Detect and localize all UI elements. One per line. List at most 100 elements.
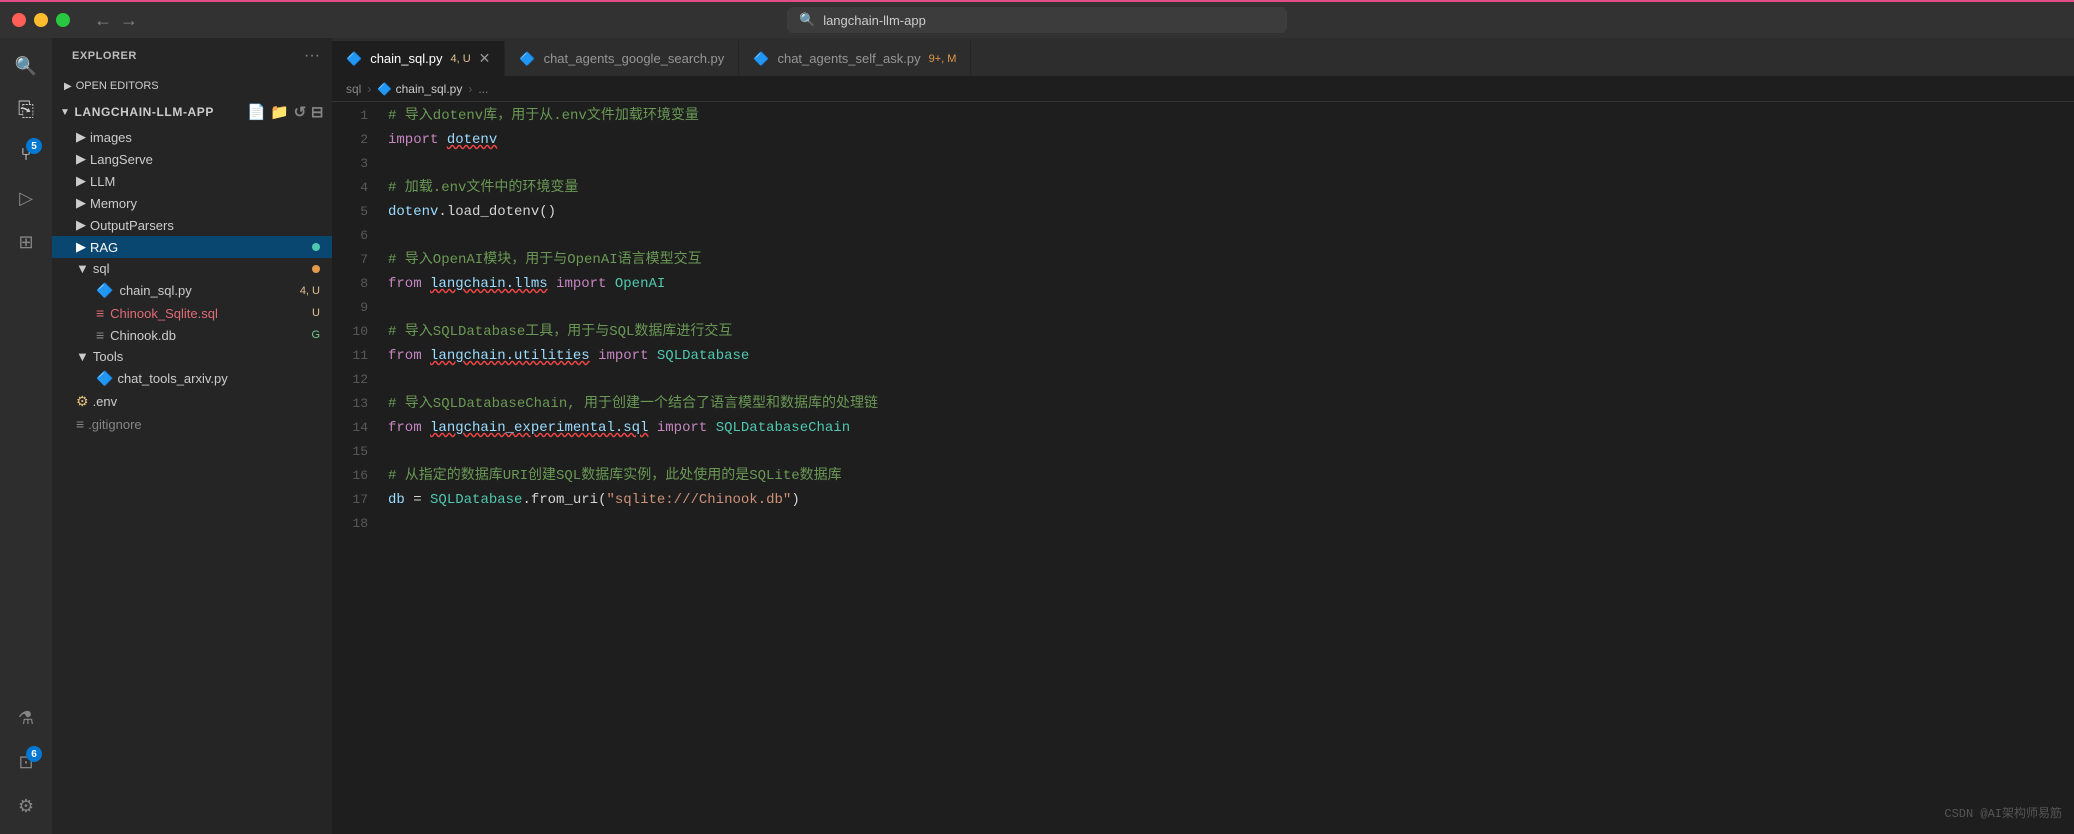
file-label: .env <box>93 394 118 409</box>
activity-source-control[interactable]: ⑂ 5 <box>6 134 46 174</box>
file-gitignore[interactable]: ≡ .gitignore <box>52 413 332 435</box>
run-icon: ▷ <box>19 188 33 209</box>
code-editor[interactable]: 1 2 3 4 5 6 7 8 9 10 11 12 13 14 15 16 1… <box>332 102 2074 834</box>
tab-python-icon: 🔷 <box>753 51 769 67</box>
code-line-16: # 从指定的数据库URI创建SQL数据库实例，此处使用的是SQLite数据库 <box>384 464 2074 488</box>
tab-chat-google[interactable]: 🔷 chat_agents_google_search.py <box>505 41 739 76</box>
tab-python-icon: 🔷 <box>346 51 362 67</box>
breadcrumb-part-file: 🔷 chain_sql.py <box>377 82 462 96</box>
activity-remote[interactable]: ⊡ 6 <box>6 742 46 782</box>
file-badge: 4, U <box>300 285 320 297</box>
nav-buttons: ← → <box>94 10 138 31</box>
minimize-button[interactable] <box>34 13 48 27</box>
activity-run[interactable]: ▷ <box>6 178 46 218</box>
folder-label: sql <box>93 261 110 276</box>
folder-icon: ▶ <box>76 129 86 145</box>
code-line-2: import dotenv <box>384 128 2074 152</box>
folder-label: OutputParsers <box>90 218 174 233</box>
more-actions-icon[interactable]: ··· <box>304 47 320 65</box>
tab-close-button[interactable]: ✕ <box>479 50 491 67</box>
code-line-7: # 导入OpenAI模块，用于与OpenAI语言模型交互 <box>384 248 2074 272</box>
activity-extensions[interactable]: ⊞ <box>6 222 46 262</box>
activity-bar: 🔍 ⎘ ⑂ 5 ▷ ⊞ ⚗ ⊡ 6 ⚙ <box>0 38 52 834</box>
git-file-icon: ≡ <box>76 416 84 432</box>
code-line-14: from langchain_experimental.sql import S… <box>384 416 2074 440</box>
activity-explorer[interactable]: ⎘ <box>6 90 46 130</box>
tab-label: chat_agents_self_ask.py <box>777 51 920 66</box>
activity-search[interactable]: 🔍 <box>6 46 46 86</box>
sql-file-icon: ≡ <box>96 305 104 321</box>
folder-icon: ▶ <box>76 239 86 255</box>
file-chinook-sql[interactable]: ≡ Chinook_Sqlite.sql U <box>52 302 332 324</box>
code-line-11: from langchain.utilities import SQLDatab… <box>384 344 2074 368</box>
open-editors-chevron: ▶ <box>64 81 72 92</box>
file-badge: U <box>312 307 320 319</box>
open-editors-section[interactable]: ▶ OPEN EDITORS <box>52 74 332 98</box>
folder-outputparsers[interactable]: ▶ OutputParsers <box>52 214 332 236</box>
collapse-icon[interactable]: ⊟ <box>311 103 324 121</box>
search-icon: 🔍 <box>15 56 37 77</box>
main-layout: 🔍 ⎘ ⑂ 5 ▷ ⊞ ⚗ ⊡ 6 ⚙ <box>0 38 2074 834</box>
file-chat-tools[interactable]: 🔷 chat_tools_arxiv.py <box>52 367 332 390</box>
folder-sql[interactable]: ▼ sql <box>52 258 332 279</box>
file-label: chat_tools_arxiv.py <box>117 371 227 386</box>
tabs-bar: 🔷 chain_sql.py 4, U ✕ 🔷 chat_agents_goog… <box>332 38 2074 76</box>
folder-rag[interactable]: ▶ RAG <box>52 236 332 258</box>
breadcrumb: sql › 🔷 chain_sql.py › ... <box>332 76 2074 102</box>
breadcrumb-part-dots: ... <box>478 82 488 96</box>
rag-modified-dot <box>312 243 320 251</box>
maximize-button[interactable] <box>56 13 70 27</box>
source-control-badge: 5 <box>26 138 42 154</box>
folder-langserve[interactable]: ▶ LangServe <box>52 148 332 170</box>
new-file-icon[interactable]: 📄 <box>247 103 266 121</box>
watermark: CSDN @AI架构师易筋 <box>1944 802 2062 826</box>
window-controls <box>12 13 70 27</box>
sidebar-header: EXPLORER ··· <box>52 38 332 74</box>
search-icon: 🔍 <box>799 12 815 28</box>
refresh-icon[interactable]: ↺ <box>294 103 307 121</box>
file-label: Chinook_Sqlite.sql <box>110 306 218 321</box>
activity-beaker[interactable]: ⚗ <box>6 698 46 738</box>
account-icon: ⚙ <box>18 796 34 817</box>
python-file-icon: 🔷 <box>96 282 113 299</box>
file-chinook-db[interactable]: ≡ Chinook.db G <box>52 324 332 346</box>
code-line-12 <box>384 368 2074 392</box>
tab-label: chain_sql.py <box>370 51 442 66</box>
project-header[interactable]: ▼ LANGCHAIN-LLM-APP 📄 📁 ↺ ⊟ <box>52 98 332 126</box>
activity-account[interactable]: ⚙ <box>6 786 46 826</box>
forward-button[interactable]: → <box>120 10 138 31</box>
folder-memory[interactable]: ▶ Memory <box>52 192 332 214</box>
env-file-icon: ⚙ <box>76 393 89 410</box>
tab-chain-sql[interactable]: 🔷 chain_sql.py 4, U ✕ <box>332 41 505 76</box>
file-chain-sql[interactable]: 🔷 chain_sql.py 4, U <box>52 279 332 302</box>
code-line-18 <box>384 512 2074 536</box>
folder-images[interactable]: ▶ images <box>52 126 332 148</box>
sidebar-actions[interactable]: ··· <box>304 47 320 65</box>
close-button[interactable] <box>12 13 26 27</box>
command-palette[interactable]: 🔍 langchain-llm-app <box>787 7 1287 33</box>
code-line-1: # 导入dotenv库，用于从.env文件加载环境变量 <box>384 104 2074 128</box>
code-line-13: # 导入SQLDatabaseChain, 用于创建一个结合了语言模型和数据库的… <box>384 392 2074 416</box>
file-label: .gitignore <box>88 417 141 432</box>
tab-label: chat_agents_google_search.py <box>544 51 725 66</box>
file-env[interactable]: ⚙ .env <box>52 390 332 413</box>
folder-open-icon: ▼ <box>76 349 89 364</box>
breadcrumb-separator: › <box>367 82 371 96</box>
remote-badge: 6 <box>26 746 42 762</box>
folder-label: RAG <box>90 240 118 255</box>
folder-llm[interactable]: ▶ LLM <box>52 170 332 192</box>
sidebar: EXPLORER ··· ▶ OPEN EDITORS ▼ LANGCHAIN-… <box>52 38 332 834</box>
code-line-10: # 导入SQLDatabase工具，用于与SQL数据库进行交互 <box>384 320 2074 344</box>
folder-tools[interactable]: ▼ Tools <box>52 346 332 367</box>
code-line-4: # 加载.env文件中的环境变量 <box>384 176 2074 200</box>
sql-modified-dot <box>312 265 320 273</box>
folder-icon: ▶ <box>76 195 86 211</box>
back-button[interactable]: ← <box>94 10 112 31</box>
tab-badge: 9+, M <box>929 53 957 65</box>
new-folder-icon[interactable]: 📁 <box>270 103 289 121</box>
folder-label: LangServe <box>90 152 153 167</box>
tab-chat-self-ask[interactable]: 🔷 chat_agents_self_ask.py 9+, M <box>739 41 971 76</box>
editor-area: 🔷 chain_sql.py 4, U ✕ 🔷 chat_agents_goog… <box>332 38 2074 834</box>
folder-icon: ▶ <box>76 151 86 167</box>
folder-label: LLM <box>90 174 115 189</box>
